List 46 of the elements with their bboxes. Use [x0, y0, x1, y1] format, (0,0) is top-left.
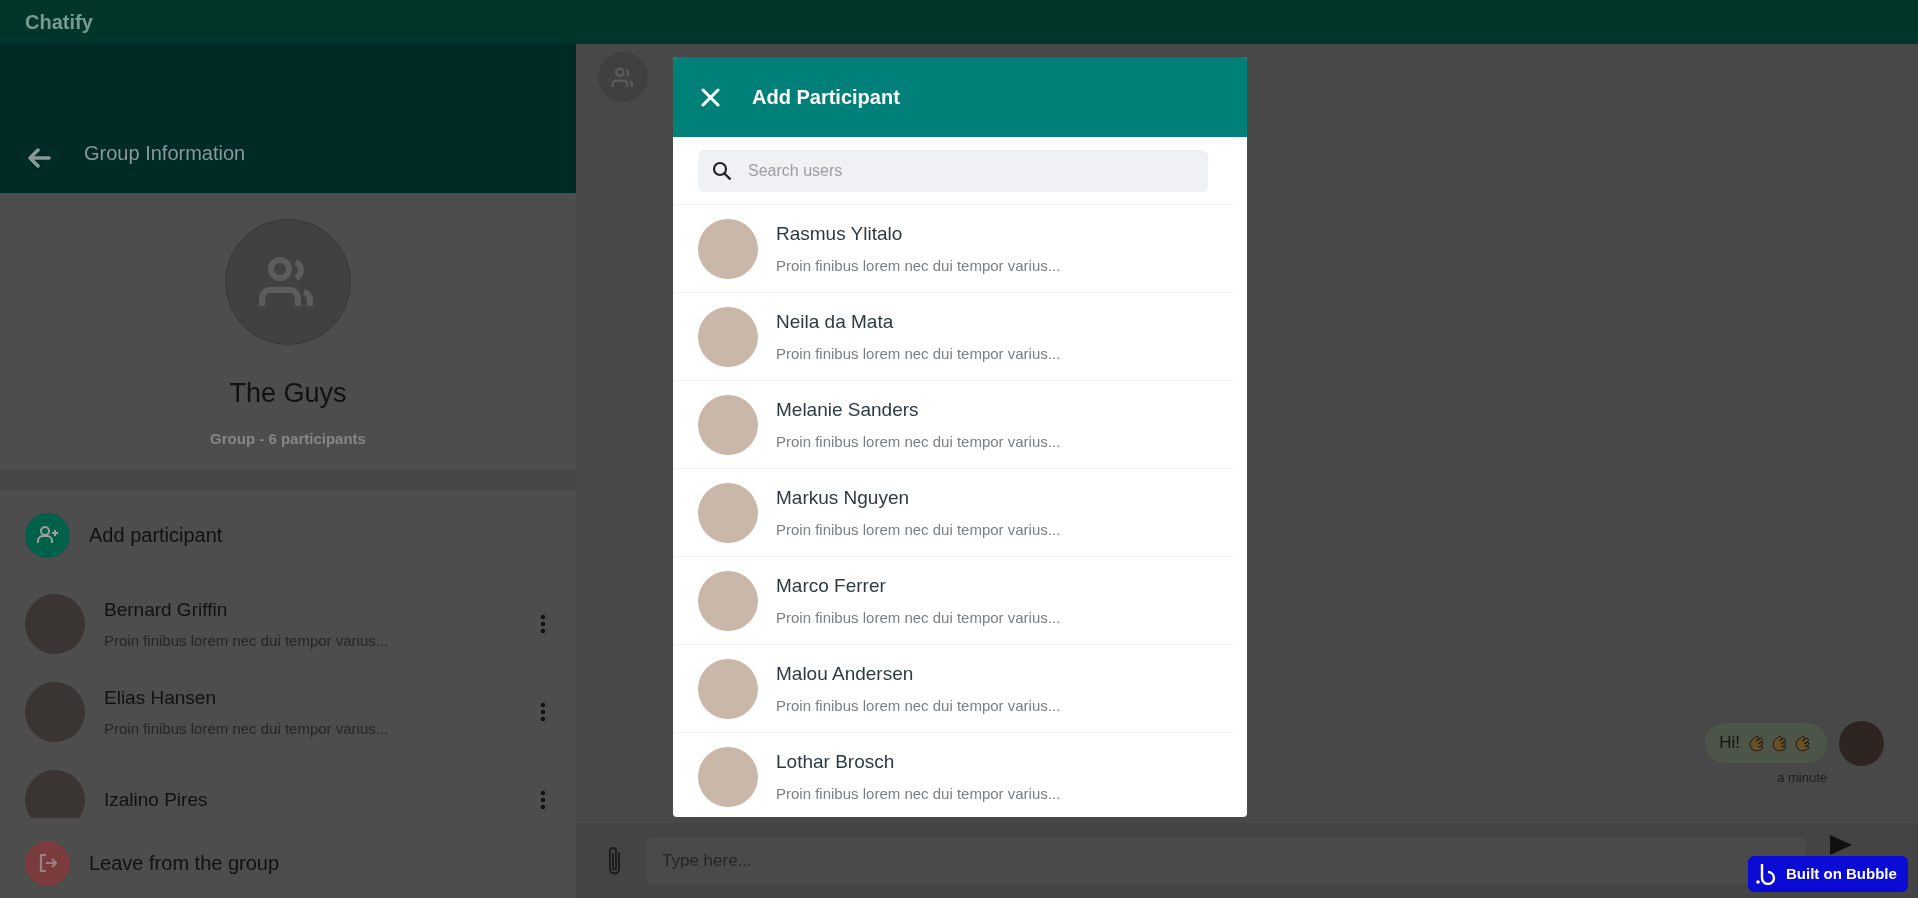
user-name: Malou Andersen	[776, 661, 915, 686]
member-name: Izalino Pires	[104, 787, 209, 812]
group-name: The Guys	[229, 377, 347, 410]
message-preview: Proin finibus lorem nec dui tempor varius...	[776, 608, 1061, 628]
message-preview: Proin finibus lorem nec dui tempor varius...	[776, 432, 1061, 452]
user-item[interactable]: Markus Nguyen Proin finibus lorem nec dui tempor varius...	[673, 469, 1233, 557]
user-name: Rasmus Ylitalo	[776, 221, 904, 246]
user-name: Markus Nguyen	[776, 485, 911, 510]
built-on-bubble-badge[interactable]: Built on Bubble	[1748, 856, 1908, 892]
back-arrow-icon[interactable]	[27, 148, 51, 168]
user-item[interactable]: Neila da Mata Proin finibus lorem nec dui tempor varius...	[673, 293, 1233, 381]
message-preview: Proin finibus lorem nec dui tempor varius...	[776, 520, 1061, 540]
close-icon[interactable]	[701, 87, 720, 107]
more-options-icon[interactable]	[540, 614, 546, 634]
message-preview: Proin finibus lorem nec dui tempor varius...	[776, 784, 1061, 804]
avatar	[25, 770, 85, 818]
message-preview: Proin finibus lorem nec dui tempor varius...	[776, 344, 1061, 364]
more-options-icon[interactable]	[540, 790, 546, 810]
user-name: Neila da Mata	[776, 309, 895, 334]
exit-icon	[25, 840, 70, 886]
app-title: Chatify	[25, 10, 93, 35]
panel-title: Group Information	[84, 141, 246, 166]
group-subtitle: Group - 6 participants	[210, 428, 366, 449]
member-name: Bernard Griffin	[104, 597, 229, 622]
search-icon	[712, 161, 732, 181]
user-item[interactable]: Malou Andersen Proin finibus lorem nec dui tempor varius...	[673, 645, 1233, 733]
user-item[interactable]: Melanie Sanders Proin finibus lorem nec dui tempor varius...	[673, 381, 1233, 469]
user-item[interactable]: Lothar Brosch Proin finibus lorem nec dui tempor varius...	[673, 733, 1233, 817]
dialog-title: Add Participant	[752, 85, 900, 110]
bubble-logo-icon	[1756, 863, 1776, 885]
user-name: Marco Ferrer	[776, 573, 887, 598]
avatar	[25, 594, 85, 654]
avatar	[1839, 720, 1884, 766]
user-item[interactable]: Rasmus Ylitalo Proin finibus lorem nec dui tempor varius...	[673, 205, 1233, 293]
message-text: Hi!	[1719, 732, 1740, 755]
user-name: Lothar Brosch	[776, 749, 896, 774]
add-user-icon	[25, 512, 70, 558]
message-preview: Proin finibus lorem nec dui tempor varius...	[776, 256, 1061, 276]
user-item[interactable]: Marco Ferrer Proin finibus lorem nec dui tempor varius...	[673, 557, 1233, 645]
message-preview: Proin finibus lorem nec dui tempor varius...	[776, 696, 1061, 716]
group-icon	[611, 66, 635, 88]
user-name: Melanie Sanders	[776, 397, 920, 422]
more-options-icon[interactable]	[540, 702, 546, 722]
member-name: Elias Hansen	[104, 685, 217, 710]
search-field[interactable]: Search users	[698, 150, 1208, 192]
avatar	[25, 682, 85, 742]
